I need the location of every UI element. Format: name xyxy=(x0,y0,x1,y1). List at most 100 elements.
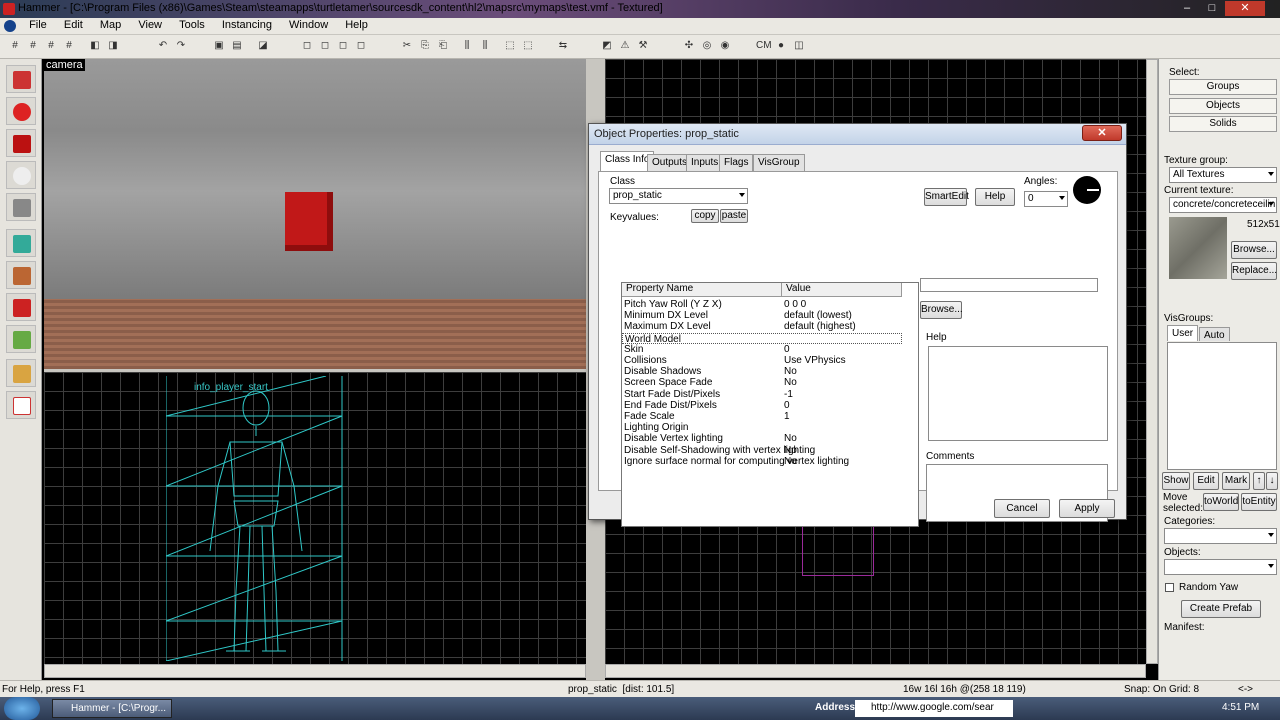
select-box-icon[interactable]: ⬚ xyxy=(503,39,517,53)
block-tool[interactable] xyxy=(6,193,36,221)
compile-icon[interactable]: ▤ xyxy=(230,39,244,53)
property-row[interactable]: Minimum DX Level default (lowest) xyxy=(622,310,902,321)
decal-tool[interactable] xyxy=(6,293,36,321)
property-row[interactable]: Skin 0 xyxy=(622,344,902,355)
categories-select[interactable] xyxy=(1164,528,1277,544)
menu-edit[interactable]: Edit xyxy=(57,18,90,32)
menu-view[interactable]: View xyxy=(131,18,169,32)
property-row[interactable]: Start Fade Dist/Pixels -1 xyxy=(622,389,902,400)
create-prefab-button[interactable]: Create Prefab xyxy=(1181,600,1261,618)
cordon-icon[interactable]: ✣ xyxy=(682,39,696,53)
prop-outline[interactable] xyxy=(802,524,874,576)
grid-snap-icon[interactable]: # xyxy=(62,39,76,53)
camera-icon[interactable]: ◉ xyxy=(718,39,732,53)
tool-icon[interactable]: ⚒ xyxy=(636,39,650,53)
group-icon[interactable]: ◨ xyxy=(106,39,120,53)
property-row[interactable]: World Model xyxy=(622,332,902,345)
top-viewport-scrollbar-h[interactable] xyxy=(605,664,1146,678)
apply-texture-tool[interactable] xyxy=(6,261,36,289)
dialog-title-bar[interactable]: Object Properties: prop_static ✕ xyxy=(589,124,1126,145)
class-select[interactable]: prop_static xyxy=(609,188,748,204)
side-viewport-scrollbar[interactable] xyxy=(44,664,586,678)
entity-tool[interactable] xyxy=(6,161,36,189)
texture-apply-icon[interactable]: ⫼ xyxy=(478,39,492,53)
help-button[interactable]: Help xyxy=(975,188,1015,206)
entity-report-icon[interactable]: ◩ xyxy=(600,39,614,53)
hide-unselected-icon[interactable]: ◻ xyxy=(336,39,350,53)
taskbar-hammer-button[interactable]: Hammer - [C:\Progr... xyxy=(52,699,172,718)
visgroup-show-button[interactable]: Show xyxy=(1162,472,1190,490)
visgroup-mark-button[interactable]: Mark xyxy=(1222,472,1250,490)
move-down-icon[interactable]: ↓ xyxy=(1266,472,1278,490)
cut-icon[interactable]: ✂ xyxy=(400,39,414,53)
vertex-tool[interactable] xyxy=(6,391,36,419)
property-row[interactable]: Pitch Yaw Roll (Y Z X) 0 0 0 xyxy=(622,299,902,310)
column-property-name[interactable]: Property Name xyxy=(622,283,782,297)
menu-tools[interactable]: Tools xyxy=(172,18,212,32)
visgroup-edit-button[interactable]: Edit xyxy=(1193,472,1219,490)
tab-inputs[interactable]: Inputs xyxy=(686,154,724,171)
magnify-tool[interactable] xyxy=(6,97,36,125)
copy-icon[interactable]: ⎘ xyxy=(418,39,432,53)
tab-flags[interactable]: Flags xyxy=(719,154,754,171)
random-yaw-checkbox[interactable] xyxy=(1165,583,1174,592)
property-row[interactable]: Collisions Use VPhysics xyxy=(622,355,902,366)
menu-instancing[interactable]: Instancing xyxy=(215,18,279,32)
carve-icon[interactable]: ◧ xyxy=(88,39,102,53)
angle-dial[interactable] xyxy=(1073,176,1101,204)
export-icon[interactable]: ◫ xyxy=(792,39,806,53)
property-row[interactable]: Screen Space Fade No xyxy=(622,377,902,388)
toggle-select-icon[interactable]: ⬚ xyxy=(521,39,535,53)
property-row[interactable]: Disable Shadows No xyxy=(622,366,902,377)
vis-tab-user[interactable]: User xyxy=(1167,325,1199,341)
smartedit-toggle[interactable]: SmartEdit xyxy=(924,188,969,206)
menu-help[interactable]: Help xyxy=(338,18,375,32)
top-viewport-scrollbar-v[interactable] xyxy=(1146,59,1158,664)
side-viewport[interactable]: info_player_start xyxy=(44,372,586,664)
grid-dots-icon[interactable]: # xyxy=(44,39,58,53)
texture-group-select[interactable]: All Textures xyxy=(1169,167,1277,183)
paste-button[interactable]: paste xyxy=(720,209,748,223)
selection-tool[interactable] xyxy=(6,65,36,93)
check-map-icon[interactable]: ⚠ xyxy=(618,39,632,53)
selected-prop-cube[interactable] xyxy=(285,192,333,251)
objects-select[interactable] xyxy=(1164,559,1277,575)
maximize-button[interactable]: □ xyxy=(1200,1,1224,16)
grid-icon[interactable]: # xyxy=(8,39,22,53)
cancel-button[interactable]: Cancel xyxy=(994,499,1050,518)
menu-window[interactable]: Window xyxy=(282,18,335,32)
property-row[interactable]: Disable Self-Shadowing with vertex light… xyxy=(622,445,902,456)
apply-button[interactable]: Apply xyxy=(1059,499,1115,518)
current-texture-select[interactable]: concrete/concreteceilin xyxy=(1169,197,1277,213)
cm-icon[interactable]: CM xyxy=(756,39,772,53)
visgroup-list[interactable] xyxy=(1167,342,1277,470)
select-objects-button[interactable]: Objects xyxy=(1169,98,1277,114)
flip-icon[interactable]: ⇆ xyxy=(556,39,570,53)
to-world-button[interactable]: toWorld xyxy=(1203,493,1239,511)
copy-button[interactable]: copy xyxy=(691,209,719,223)
redo-icon[interactable]: ↷ xyxy=(174,39,188,53)
close-button[interactable]: ✕ xyxy=(1225,1,1265,16)
address-input[interactable]: http://www.google.com/sear xyxy=(855,700,1013,717)
clipping-tool[interactable] xyxy=(6,359,36,387)
tab-visgroup[interactable]: VisGroup xyxy=(753,154,805,171)
property-row[interactable]: Lighting Origin xyxy=(622,422,902,433)
minimize-button[interactable]: – xyxy=(1175,1,1199,16)
camera-viewport[interactable]: camera xyxy=(44,59,586,369)
texture-application-tool[interactable] xyxy=(6,229,36,257)
overlay-tool[interactable] xyxy=(6,325,36,353)
column-value[interactable]: Value xyxy=(782,283,902,297)
property-row[interactable]: Disable Vertex lighting No xyxy=(622,433,902,444)
run-map-icon[interactable]: ▣ xyxy=(212,39,226,53)
start-button[interactable] xyxy=(4,697,40,720)
texture-browse-button[interactable]: Browse... xyxy=(1231,241,1277,259)
dialog-close-button[interactable]: ✕ xyxy=(1082,125,1122,141)
property-row[interactable]: Ignore surface normal for computing vert… xyxy=(622,456,902,467)
texture-preview[interactable] xyxy=(1169,217,1227,279)
vis-tab-auto[interactable]: Auto xyxy=(1199,327,1230,341)
target-icon[interactable]: ◎ xyxy=(700,39,714,53)
compile-run-icon[interactable]: ● xyxy=(774,39,788,53)
property-row[interactable]: Fade Scale 1 xyxy=(622,411,902,422)
select-groups-button[interactable]: Groups xyxy=(1169,79,1277,95)
unhide-icon[interactable]: ◻ xyxy=(354,39,368,53)
